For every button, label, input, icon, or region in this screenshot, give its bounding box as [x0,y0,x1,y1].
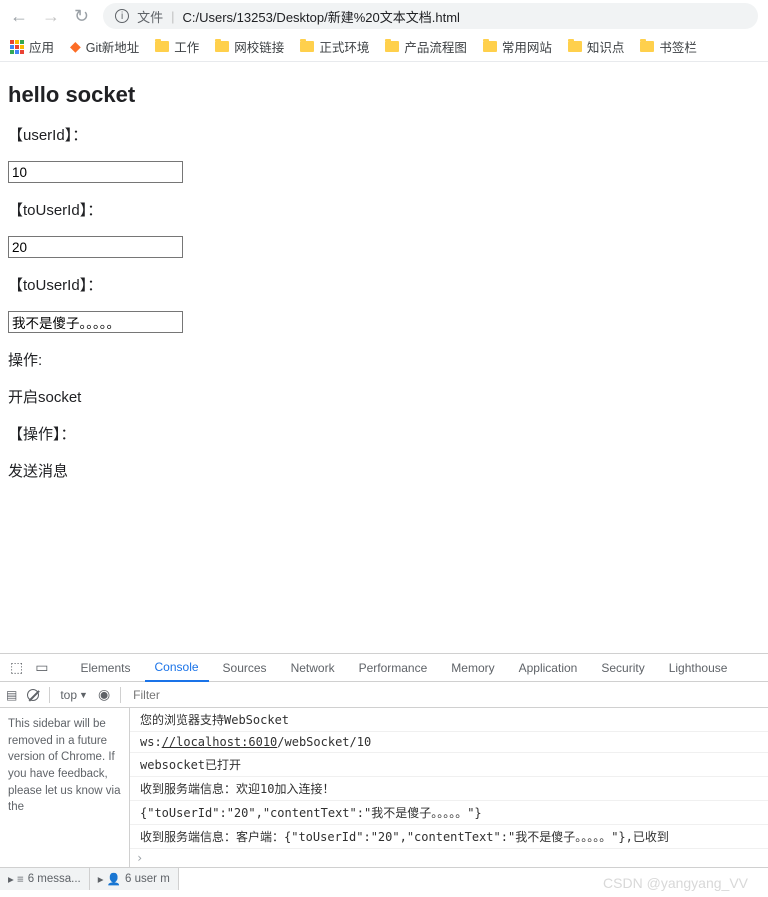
bookmark-item[interactable]: 产品流程图 [385,37,467,56]
browser-toolbar: ← → ↻ i 文件 | C:/Users/13253/Desktop/新建%2… [0,0,768,32]
log-line: 收到服务端信息：客户端：{"toUserId":"20","contentTex… [130,825,768,849]
console-sidebar: This sidebar will be removed in a future… [0,708,130,867]
page-title: hello socket [8,82,760,108]
reload-button[interactable]: ↻ [74,6,89,27]
tab-performance[interactable]: Performance [349,654,438,682]
log-line: websocket已打开 [130,753,768,777]
folder-icon [155,41,169,52]
user-messages-chip[interactable]: ▸ 👤 6 user m [90,868,179,890]
context-selector[interactable]: top ▼ [60,688,88,702]
touserid-input[interactable] [8,236,183,258]
bookmark-item[interactable]: 工作 [155,37,199,56]
address-separator: | [171,9,174,24]
console-footer: ▸ ≡ 6 messa... ▸ 👤 6 user m [0,867,768,889]
inspect-icon[interactable]: ⬚ [6,659,27,676]
filter-input[interactable] [131,687,762,703]
label-action1: 操作: [8,349,760,370]
sidebar-toggle-icon[interactable]: ▤ [6,688,17,702]
label-userid: 【userId】： [8,124,760,145]
clear-console-icon[interactable] [27,689,39,701]
send-msg-link[interactable]: 发送消息 [8,460,760,481]
tab-lighthouse[interactable]: Lighthouse [659,654,738,682]
page-content: hello socket 【userId】： 【toUserId】： 【toUs… [0,62,768,503]
back-button[interactable]: ← [10,6,28,27]
folder-icon [483,41,497,52]
apps-icon [10,40,24,54]
label-action2: 【操作】： [8,423,760,444]
forward-button[interactable]: → [42,6,60,27]
info-icon: i [115,9,129,23]
tab-memory[interactable]: Memory [441,654,504,682]
bookmarks-bar: 应用 ◆ Git新地址 工作 网校链接 正式环境 产品流程图 常用网站 知识点 … [0,32,768,62]
tab-elements[interactable]: Elements [70,654,140,682]
bookmark-apps[interactable]: 应用 [10,37,54,56]
userid-input[interactable] [8,161,183,183]
folder-icon [385,41,399,52]
console-toolbar: ▤ top ▼ ◉ [0,682,768,708]
console-logs: 您的浏览器支持WebSocket ws://localhost:6010/web… [130,708,768,867]
bookmark-item[interactable]: 正式环境 [300,37,369,56]
devtools-panel: ⬚ ▭ Elements Console Sources Network Per… [0,653,768,889]
tab-application[interactable]: Application [509,654,588,682]
label-touserid2: 【toUserId】： [8,274,760,295]
tab-security[interactable]: Security [591,654,654,682]
console-prompt-icon[interactable]: › [130,849,768,867]
content-input[interactable] [8,311,183,333]
bookmark-item[interactable]: 常用网站 [483,37,552,56]
folder-icon [568,41,582,52]
sidebar-note: This sidebar will be removed in a future… [8,718,121,813]
bookmark-gitlab[interactable]: ◆ Git新地址 [70,37,139,56]
open-socket-link[interactable]: 开启socket [8,386,760,407]
tab-network[interactable]: Network [281,654,345,682]
folder-icon [215,41,229,52]
address-bar[interactable]: i 文件 | C:/Users/13253/Desktop/新建%20文本文档.… [103,3,758,29]
tab-console[interactable]: Console [145,654,209,682]
log-line: 收到服务端信息：欢迎10加入连接！ [130,777,768,801]
devtools-tabs: ⬚ ▭ Elements Console Sources Network Per… [0,654,768,682]
live-expression-icon[interactable]: ◉ [98,686,110,703]
folder-icon [300,41,314,52]
tab-sources[interactable]: Sources [213,654,277,682]
log-line: {"toUserId":"20","contentText":"我不是傻子。。。… [130,801,768,825]
device-icon[interactable]: ▭ [31,659,52,676]
address-label: 文件 [137,7,163,26]
messages-chip[interactable]: ▸ ≡ 6 messa... [0,868,90,890]
log-line: 您的浏览器支持WebSocket [130,708,768,732]
label-touserid: 【toUserId】： [8,199,760,220]
bookmark-item[interactable]: 知识点 [568,37,625,56]
bookmark-item[interactable]: 书签栏 [640,37,697,56]
address-path: C:/Users/13253/Desktop/新建%20文本文档.html [183,7,460,26]
log-line: ws://localhost:6010/webSocket/10 [130,732,768,753]
bookmark-item[interactable]: 网校链接 [215,37,284,56]
folder-icon [640,41,654,52]
gitlab-icon: ◆ [70,38,81,55]
